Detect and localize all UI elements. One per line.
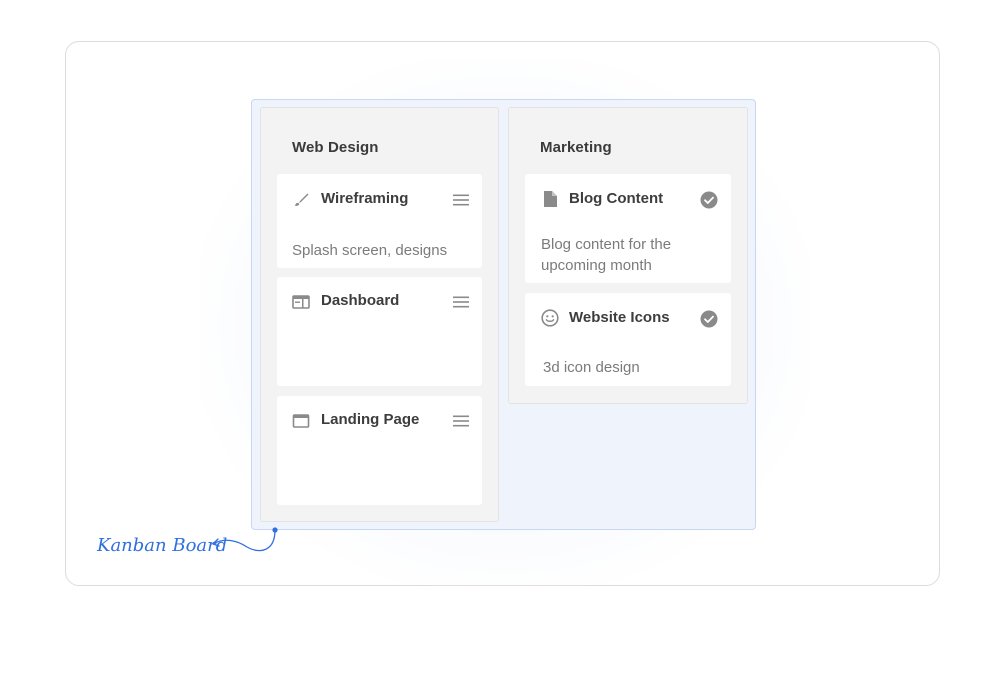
- card-landing-page[interactable]: Landing Page: [277, 396, 482, 505]
- annotation-arrow: [212, 527, 278, 552]
- smiley-icon: [540, 308, 560, 328]
- drag-handle-icon[interactable]: [451, 292, 471, 312]
- card-title: Landing Page: [321, 411, 420, 428]
- card-blog-content[interactable]: Blog Content Blog content for the upcomi…: [525, 174, 731, 283]
- brush-icon: [291, 190, 311, 210]
- card-title: Blog Content: [569, 190, 664, 207]
- dashboard-window-icon: [291, 292, 311, 312]
- card-title: Website Icons: [569, 309, 670, 326]
- column-title: Marketing: [540, 139, 612, 156]
- document-icon: [540, 189, 560, 209]
- card-wireframing[interactable]: Wireframing Splash screen, designs: [277, 174, 482, 268]
- card-title: Dashboard: [321, 292, 400, 309]
- check-circle-icon[interactable]: [699, 309, 719, 329]
- drag-handle-icon[interactable]: [451, 411, 471, 431]
- check-circle-icon[interactable]: [699, 190, 719, 210]
- card-website-icons[interactable]: Website Icons 3d icon design: [525, 293, 731, 386]
- browser-window-icon: [291, 411, 311, 431]
- card-description: Blog content for the upcoming month: [541, 236, 672, 274]
- drag-handle-icon[interactable]: [451, 190, 471, 210]
- card-title: Wireframing: [321, 190, 409, 207]
- card-dashboard[interactable]: Dashboard: [277, 277, 482, 386]
- card-description: Splash screen, designs: [292, 242, 448, 259]
- card-description: 3d icon design: [543, 359, 640, 376]
- column-title: Web Design: [292, 139, 379, 156]
